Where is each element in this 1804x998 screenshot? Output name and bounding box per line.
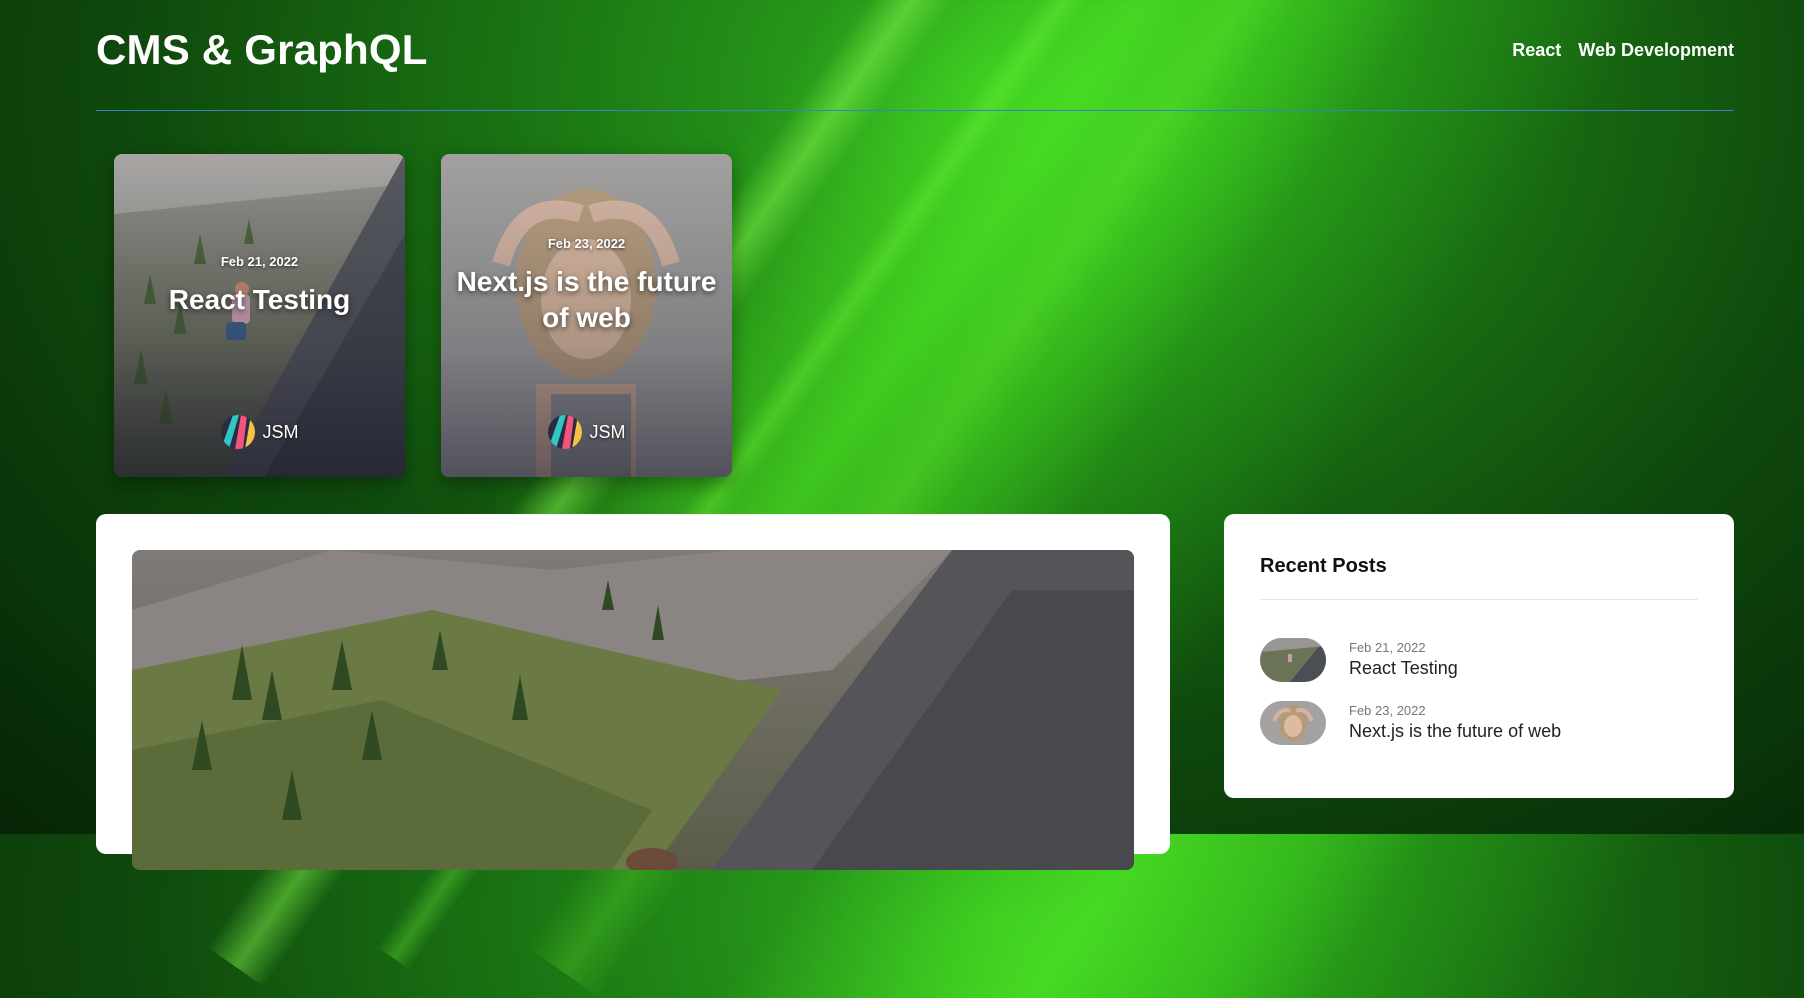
recent-post-date: Feb 23, 2022 bbox=[1349, 703, 1426, 718]
featured-posts-carousel: Feb 21, 2022 React Testing JSM Feb 23, 2… bbox=[114, 154, 732, 477]
featured-post-card[interactable]: Feb 23, 2022 Next.js is the future of we… bbox=[441, 154, 732, 477]
recent-post-title[interactable]: Next.js is the future of web bbox=[1349, 719, 1561, 743]
recent-post-title[interactable]: React Testing bbox=[1349, 656, 1458, 680]
site-title[interactable]: CMS & GraphQL bbox=[96, 26, 428, 74]
post-date: Feb 23, 2022 bbox=[547, 236, 626, 251]
post-author: JSM bbox=[114, 415, 405, 449]
recent-post-item[interactable]: Feb 21, 2022 React Testing bbox=[1260, 637, 1700, 683]
recent-posts-widget: Recent Posts Feb 21, 2022 React Testing … bbox=[1224, 514, 1734, 798]
nav-link-web-development[interactable]: Web Development bbox=[1578, 40, 1734, 61]
author-avatar bbox=[220, 415, 255, 449]
post-title[interactable]: React Testing bbox=[128, 282, 391, 318]
recent-post-item[interactable]: Feb 23, 2022 Next.js is the future of we… bbox=[1260, 700, 1700, 746]
post-title[interactable]: Next.js is the future of web bbox=[455, 264, 718, 336]
nav-link-react[interactable]: React bbox=[1512, 40, 1561, 61]
site-header: CMS & GraphQL React Web Development bbox=[96, 0, 1734, 111]
author-name: JSM bbox=[262, 421, 299, 442]
recent-post-thumbnail[interactable] bbox=[1260, 701, 1326, 745]
post-date: Feb 21, 2022 bbox=[220, 254, 299, 269]
recent-post-date: Feb 21, 2022 bbox=[1349, 640, 1426, 655]
featured-post-card[interactable]: Feb 21, 2022 React Testing JSM bbox=[114, 154, 405, 477]
author-avatar bbox=[547, 415, 582, 449]
recent-posts-heading: Recent Posts bbox=[1260, 555, 1387, 577]
author-name: JSM bbox=[589, 421, 626, 442]
divider bbox=[1260, 599, 1698, 600]
post-hero-image[interactable] bbox=[132, 550, 1134, 870]
post-author: JSM bbox=[441, 415, 732, 449]
post-list-card bbox=[96, 514, 1170, 870]
recent-post-thumbnail[interactable] bbox=[1260, 638, 1326, 682]
category-nav: React Web Development bbox=[1512, 40, 1734, 61]
